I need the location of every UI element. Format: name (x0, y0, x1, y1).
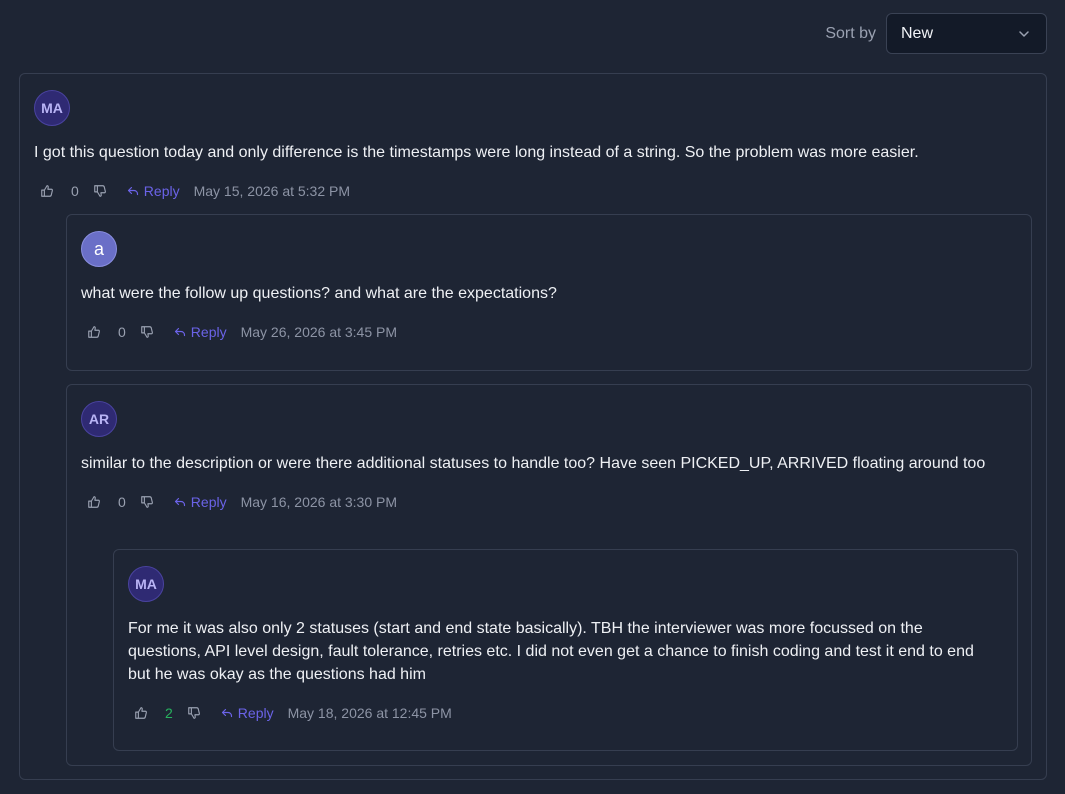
timestamp: May 15, 2026 at 5:32 PM (193, 183, 351, 199)
comment-actions: 2 Reply May 18, 2026 at 12:45 PM (134, 703, 998, 723)
reply-button[interactable]: Reply (174, 494, 227, 510)
avatar: AR (81, 401, 117, 437)
reply-icon (174, 327, 185, 337)
comment-actions: 0 Reply May 15, 2026 at 5:32 PM (40, 181, 1024, 201)
reply-label: Reply (143, 183, 180, 199)
comment-actions: 0 Reply May 16, 2026 at 3:30 PM (87, 492, 1011, 512)
reply-label: Reply (190, 324, 227, 340)
reply-card: MA For me it was also only 2 statuses (s… (113, 549, 1018, 751)
reply-icon (174, 497, 185, 507)
comment-actions: 0 Reply May 26, 2026 at 3:45 PM (87, 322, 1011, 342)
comment-text: I got this question today and only diffe… (34, 144, 919, 161)
avatar: MA (128, 566, 164, 602)
sort-value: New (901, 24, 934, 42)
sort-control: Sort by New (825, 13, 1047, 54)
sort-select[interactable]: New (886, 13, 1047, 54)
reply-label: Reply (190, 494, 227, 510)
timestamp: May 26, 2026 at 3:45 PM (240, 324, 398, 340)
comment-text: what were the follow up questions? and w… (81, 285, 557, 302)
reply-icon (221, 708, 232, 718)
vote-count: 2 (165, 705, 173, 721)
sort-label: Sort by (825, 24, 876, 42)
thumbs-down-icon[interactable] (140, 495, 154, 509)
chevron-down-icon (1019, 30, 1029, 37)
comment-text: similar to the description or were there… (81, 455, 986, 472)
thumbs-up-icon[interactable] (40, 184, 54, 198)
reply-icon (127, 186, 138, 196)
avatar: MA (34, 90, 70, 126)
thumbs-down-icon[interactable] (93, 184, 107, 198)
avatar: a (81, 231, 117, 267)
reply-button[interactable]: Reply (127, 183, 180, 199)
comment: a what were the follow up questions? and… (81, 231, 1011, 342)
comment-thread: MA I got this question today and only di… (19, 73, 1047, 780)
comment: MA For me it was also only 2 statuses (s… (128, 566, 998, 723)
comment: AR similar to the description or were th… (81, 401, 1011, 512)
thumbs-down-icon[interactable] (187, 706, 201, 720)
reply-card: AR similar to the description or were th… (66, 384, 1032, 766)
thumbs-down-icon[interactable] (140, 325, 154, 339)
comment-text: For me it was also only 2 statuses (star… (128, 620, 974, 683)
timestamp: May 16, 2026 at 3:30 PM (240, 494, 398, 510)
thumbs-up-icon[interactable] (134, 706, 148, 720)
comment: MA I got this question today and only di… (34, 90, 1024, 201)
vote-count: 0 (71, 183, 79, 199)
thumbs-up-icon[interactable] (87, 325, 101, 339)
vote-count: 0 (118, 324, 126, 340)
timestamp: May 18, 2026 at 12:45 PM (287, 705, 452, 721)
thumbs-up-icon[interactable] (87, 495, 101, 509)
vote-count: 0 (118, 494, 126, 510)
reply-label: Reply (237, 705, 274, 721)
reply-card: a what were the follow up questions? and… (66, 214, 1032, 371)
reply-button[interactable]: Reply (174, 324, 227, 340)
reply-button[interactable]: Reply (221, 705, 274, 721)
